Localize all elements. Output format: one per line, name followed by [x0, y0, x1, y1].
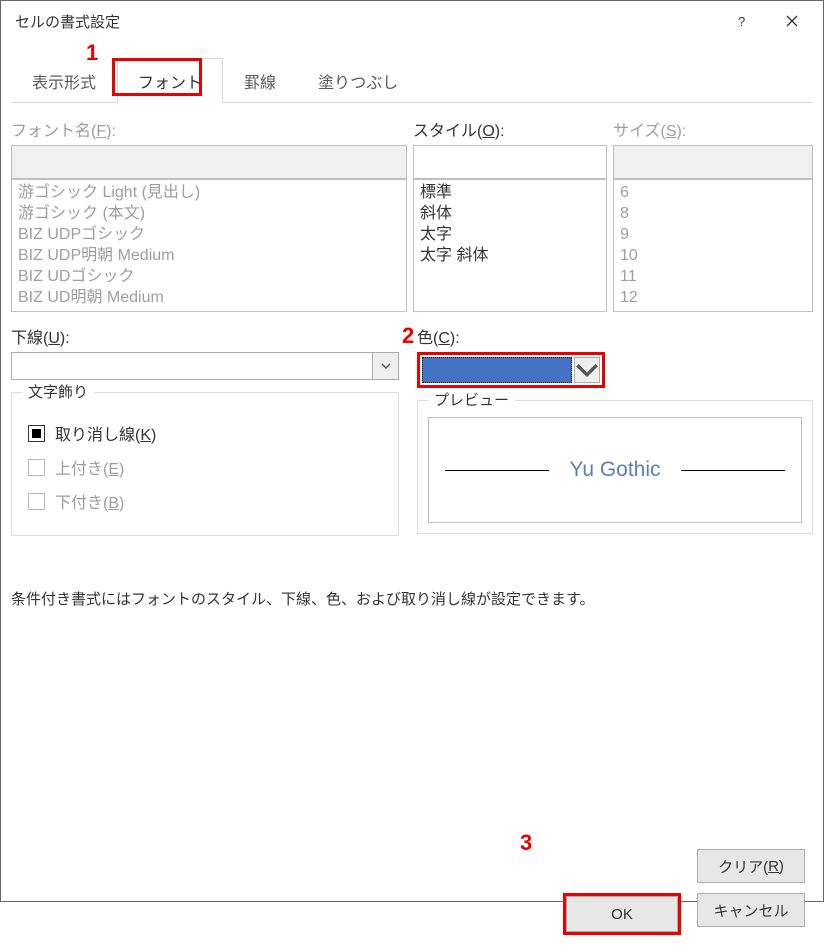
preview-group: プレビュー Yu Gothic	[417, 400, 813, 534]
color-combo[interactable]	[417, 352, 605, 388]
strike-label: 取り消し線(K)	[55, 421, 156, 445]
list-item[interactable]: 標準	[414, 182, 606, 203]
list-item[interactable]: 游ゴシック (本文)	[12, 203, 406, 224]
label-size: サイズ(S):	[613, 117, 813, 141]
list-item[interactable]: BIZ UDP明朝 Medium	[12, 245, 406, 266]
font-name-list[interactable]: 游ゴシック Light (見出し) 游ゴシック (本文) BIZ UDPゴシック…	[11, 179, 407, 312]
font-name-input[interactable]	[11, 145, 407, 179]
dialog-buttons: OK キャンセル	[1, 883, 823, 949]
superscript-label: 上付き(E)	[55, 455, 124, 479]
tab-fill[interactable]: 塗りつぶし	[297, 58, 419, 103]
strike-checkbox-row[interactable]: 取り消し線(K)	[28, 421, 382, 445]
tab-border[interactable]: 罫線	[223, 58, 297, 103]
chevron-down-icon[interactable]	[372, 353, 398, 379]
preview-line	[681, 470, 785, 471]
ok-highlight: OK	[563, 893, 681, 935]
list-item[interactable]: 太字	[414, 224, 606, 245]
list-item[interactable]: 11	[614, 266, 812, 287]
list-item[interactable]: BIZ UD明朝 Medium	[12, 287, 406, 308]
preview-line	[445, 470, 549, 471]
list-item[interactable]: BIZ UDPゴシック	[12, 224, 406, 245]
effects-group: 文字飾り 取り消し線(K) 上付き(E) 下付き(B)	[11, 392, 399, 536]
size-input[interactable]	[613, 145, 813, 179]
style-list[interactable]: 標準 斜体 太字 太字 斜体	[413, 179, 607, 312]
checkbox-icon[interactable]	[28, 425, 45, 442]
label-underline: 下線(U):	[11, 324, 399, 348]
tab-font[interactable]: フォント	[117, 58, 223, 103]
preview-legend: プレビュー	[428, 389, 515, 410]
list-item[interactable]: 斜体	[414, 203, 606, 224]
list-item[interactable]: 12	[614, 287, 812, 308]
list-item[interactable]: 游ゴシック Light (見出し)	[12, 182, 406, 203]
chevron-down-icon[interactable]	[574, 357, 600, 383]
list-item[interactable]: 8	[614, 203, 812, 224]
checkbox-icon	[28, 493, 45, 510]
subscript-label: 下付き(B)	[55, 489, 124, 513]
dialog-window: セルの書式設定 ? 表示形式 フォント 罫線 塗りつぶし フォント名(F): 游…	[0, 0, 824, 902]
label-font-name: フォント名(F):	[11, 117, 407, 141]
subscript-checkbox-row: 下付き(B)	[28, 489, 382, 513]
color-swatch	[422, 357, 572, 383]
note-text: 条件付き書式にはフォントのスタイル、下線、色、および取り消し線が設定できます。	[11, 588, 813, 609]
tab-display-format[interactable]: 表示形式	[11, 58, 117, 103]
tab-page-font: フォント名(F): 游ゴシック Light (見出し) 游ゴシック (本文) B…	[1, 103, 823, 883]
underline-combo[interactable]	[11, 352, 399, 380]
effects-legend: 文字飾り	[22, 381, 94, 402]
underline-value	[12, 353, 372, 379]
checkbox-icon	[28, 459, 45, 476]
list-item[interactable]: 10	[614, 245, 812, 266]
label-style: スタイル(O):	[413, 117, 607, 141]
preview-box: Yu Gothic	[428, 417, 802, 523]
tab-container: 表示形式 フォント 罫線 塗りつぶし	[1, 41, 823, 103]
titlebar: セルの書式設定 ?	[1, 1, 823, 41]
preview-text: Yu Gothic	[549, 458, 680, 482]
dialog-title: セルの書式設定	[15, 11, 717, 32]
list-item[interactable]: BIZ UDゴシック	[12, 266, 406, 287]
size-list[interactable]: 6 8 9 10 11 12	[613, 179, 813, 312]
svg-text:?: ?	[738, 15, 745, 27]
style-input[interactable]	[413, 145, 607, 179]
help-button[interactable]: ?	[717, 1, 767, 41]
clear-button[interactable]: クリア(R)	[697, 849, 805, 883]
superscript-checkbox-row: 上付き(E)	[28, 455, 382, 479]
close-button[interactable]	[767, 1, 817, 41]
list-item[interactable]: 太字 斜体	[414, 245, 606, 266]
list-item[interactable]: 9	[614, 224, 812, 245]
label-color: 色(C):	[417, 324, 813, 348]
list-item[interactable]: 6	[614, 182, 812, 203]
cancel-button[interactable]: キャンセル	[697, 893, 805, 927]
ok-button[interactable]: OK	[566, 896, 678, 932]
